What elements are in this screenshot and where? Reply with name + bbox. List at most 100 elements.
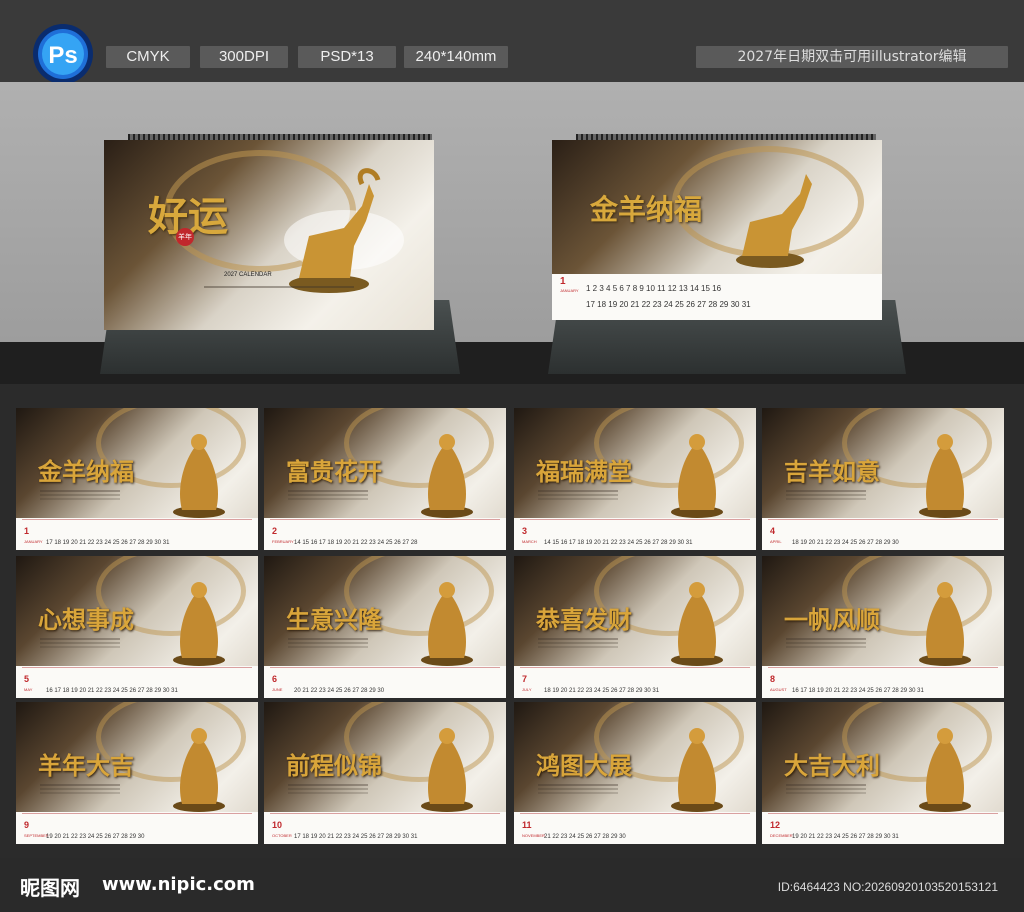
month-thumbnail: 鸿图大展 11 NOVEMBER 21 22 23 24 25 26 27 28 29… <box>514 702 756 844</box>
tag-dpi: 300DPI <box>200 46 288 68</box>
golden-statue <box>671 728 723 812</box>
month-title: 吉羊如意 <box>784 457 880 486</box>
golden-goat-statue <box>289 168 381 293</box>
month-name: DECEMBER <box>770 833 793 838</box>
divider-line <box>22 813 252 814</box>
caption-lines <box>786 490 866 492</box>
divider-line <box>520 519 750 520</box>
month-name: NOVEMBER <box>522 833 545 838</box>
divider-line <box>270 813 500 814</box>
divider-line <box>22 667 252 668</box>
footer-bar: 昵图网 www.nipic.com ID:6464423 NO:20260920… <box>0 858 1024 912</box>
caption-lines <box>40 784 120 786</box>
divider-line <box>520 813 750 814</box>
divider-line <box>270 667 500 668</box>
caption-lines <box>538 638 618 640</box>
month-number: 2 <box>272 526 278 536</box>
site-url: www.nipic.com <box>102 874 255 895</box>
days-row: 19 20 21 22 23 24 25 26 27 28 29 30 <box>46 834 145 840</box>
month-number: 1 <box>24 526 30 536</box>
month-name: JANUARY <box>24 539 43 544</box>
month-thumbnail: 富贵花开 2 FEBRUARY 14 15 16 17 18 19 20 21 22 … <box>264 408 506 550</box>
month-name: MAY <box>24 687 33 692</box>
month-thumbnail: 福瑞满堂 3 MARCH 14 15 16 17 18 19 20 21 22 23 … <box>514 408 756 550</box>
days-row: 20 21 22 23 24 25 26 27 28 29 30 <box>294 688 385 694</box>
cover-subtitle: 2027 CALENDAR <box>224 272 272 278</box>
month-name: JUNE <box>272 687 283 692</box>
month-name: APRIL <box>770 539 782 544</box>
month-name: MARCH <box>522 539 537 544</box>
month-title: 福瑞满堂 <box>536 457 632 486</box>
golden-statue <box>173 728 225 812</box>
month-name: JULY <box>522 687 532 692</box>
january-page: 金羊纳福 1 JANUARY 1 2 3 4 5 6 7 8 9 10 11 1… <box>552 140 882 320</box>
month-thumbnail: 一帆风顺 8 AUGUST 16 17 18 19 20 21 22 23 24 25… <box>762 556 1004 698</box>
caption-lines <box>786 784 866 786</box>
divider-line <box>768 813 998 814</box>
image-id: ID:6464423 NO:20260920103520153121 <box>777 880 998 894</box>
days-row: 19 20 21 22 23 24 25 26 27 28 29 30 31 <box>792 834 899 840</box>
month-title: 一帆风顺 <box>784 605 880 634</box>
days-row: 16 17 18 19 20 21 22 23 24 25 26 27 28 2… <box>792 688 924 694</box>
golden-statue <box>919 728 971 812</box>
edit-note: 2027年日期双击可用illustrator编辑 <box>696 46 1008 68</box>
month-number: 5 <box>24 674 30 684</box>
golden-statue <box>919 582 971 666</box>
month-number: 12 <box>770 820 781 830</box>
divider-line <box>22 519 252 520</box>
days-row: 14 15 16 17 18 19 20 21 22 23 24 25 26 2… <box>544 540 693 546</box>
golden-statue <box>671 582 723 666</box>
tag-cmyk: CMYK <box>106 46 190 68</box>
cover-page: 好运 羊年 2027 CALENDAR <box>104 140 434 330</box>
divider-line <box>520 667 750 668</box>
top-info-bar: Ps CMYK 300DPI PSD*13 240*140mm 2027年日期双… <box>0 0 1024 84</box>
month-title: 羊年大吉 <box>38 751 134 780</box>
month-number: 3 <box>522 526 528 536</box>
caption-lines <box>786 638 866 640</box>
month-number: 4 <box>770 526 776 536</box>
month-number: 7 <box>522 674 528 684</box>
golden-statue <box>421 434 473 518</box>
days-row: 21 22 23 24 25 26 27 28 29 30 <box>544 834 626 840</box>
days-row: 17 18 19 20 21 22 23 24 25 26 27 28 29 3… <box>46 540 170 546</box>
days-row: 16 17 18 19 20 21 22 23 24 25 26 27 28 2… <box>46 688 178 694</box>
days-row: 17 18 19 20 21 22 23 24 25 26 27 28 29 3… <box>294 834 418 840</box>
caption-lines <box>288 490 368 492</box>
month-number: 10 <box>272 820 283 830</box>
month-thumbnail: 大吉大利 12 DECEMBER 19 20 21 22 23 24 25 26 27… <box>762 702 1004 844</box>
month-name: FEBRUARY <box>272 539 294 544</box>
month-name: SEPTEMBER <box>24 833 49 838</box>
golden-statue <box>919 434 971 518</box>
month-number: 8 <box>770 674 776 684</box>
month-thumbnail: 前程似锦 10 OCTOBER 17 18 19 20 21 22 23 24 25 … <box>264 702 506 844</box>
month-number: 9 <box>24 820 30 830</box>
golden-statue <box>671 434 723 518</box>
month-name: AUGUST <box>770 687 787 692</box>
january-title: 金羊纳福 <box>590 193 703 226</box>
month-title: 恭喜发财 <box>536 605 632 634</box>
divider-line <box>768 519 998 520</box>
month-thumbnail: 心想事成 5 MAY 16 17 18 19 20 21 22 23 24 25 26… <box>16 556 258 698</box>
site-brand: 昵图网 <box>20 876 80 900</box>
month-name: OCTOBER <box>272 833 292 838</box>
month-name: JANUARY <box>560 288 579 293</box>
caption-lines <box>40 638 120 640</box>
caption-lines <box>538 784 618 786</box>
month-title: 鸿图大展 <box>536 751 632 780</box>
tag-psd: PSD*13 <box>298 46 396 68</box>
caption-lines <box>40 490 120 492</box>
tag-size: 240*140mm <box>404 46 508 68</box>
golden-statue <box>173 434 225 518</box>
cover-caption-line <box>204 286 354 288</box>
days-row: 18 19 20 21 22 23 24 25 26 27 28 29 30 3… <box>544 688 660 694</box>
golden-statue <box>421 582 473 666</box>
caption-lines <box>538 490 618 492</box>
month-thumbnail: 羊年大吉 9 SEPTEMBER 19 20 21 22 23 24 25 26 27… <box>16 702 258 844</box>
photoshop-icon: Ps <box>33 24 93 84</box>
days-row-2: 17 18 19 20 21 22 23 24 25 26 27 28 29 3… <box>586 300 751 309</box>
month-number: 11 <box>522 820 532 830</box>
month-thumbnail: 生意兴隆 6 JUNE 20 21 22 23 24 25 26 27 28 29 3… <box>264 556 506 698</box>
month-number: 6 <box>272 674 278 684</box>
month-title: 金羊纳福 <box>38 457 134 486</box>
ps-letters: Ps <box>48 42 77 69</box>
